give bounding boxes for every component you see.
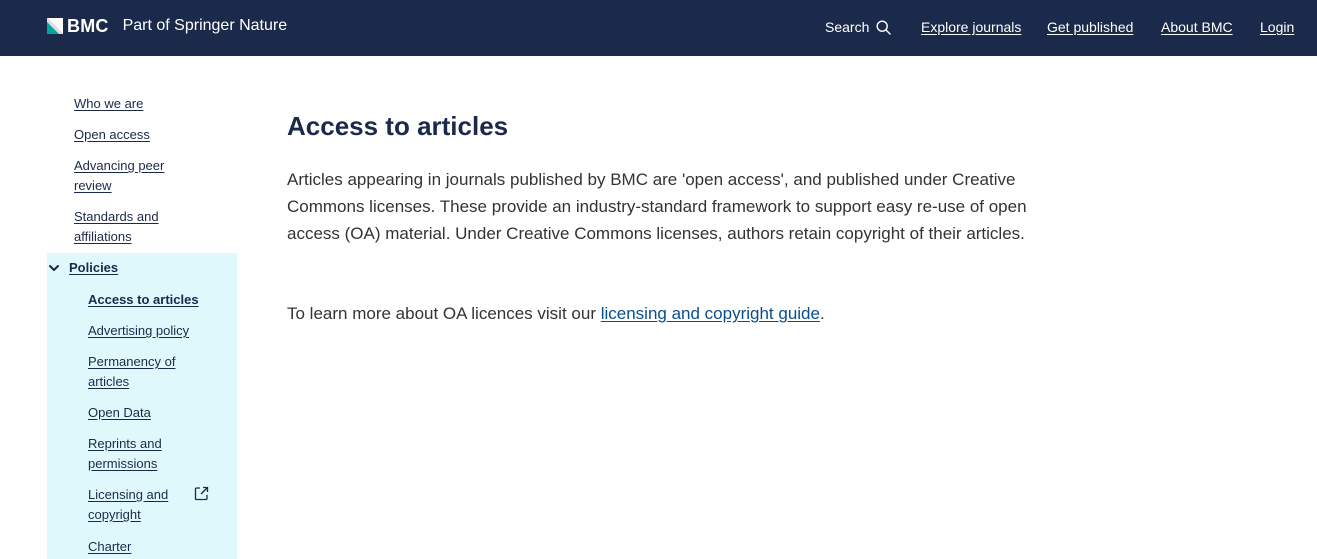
sidebar-item-permanency-of-articles[interactable]: Permanency of articles (88, 352, 186, 392)
sidebar-item-who-we-are[interactable]: Who we are (74, 94, 199, 114)
sidebar-item-licensing-and-copyright[interactable]: Licensing and copyright (88, 485, 178, 525)
search-icon (876, 19, 892, 35)
search-label: Search (825, 19, 870, 35)
nav-about-bmc[interactable]: About BMC (1161, 16, 1233, 38)
learn-more-text: To learn more about OA licences visit ou… (287, 304, 601, 323)
brand-tagline: Part of Springer Nature (122, 17, 288, 34)
sidebar-item-open-access[interactable]: Open access (74, 125, 199, 145)
site-header: BMC Part of Springer Nature Search Explo… (0, 0, 1317, 56)
licensing-guide-link[interactable]: licensing and copyright guide (601, 304, 820, 323)
chevron-down-icon (49, 265, 59, 271)
page-title: Access to articles (287, 111, 509, 141)
brand-name: BMC (67, 16, 109, 36)
learn-more-period: . (819, 304, 825, 323)
sidebar-item-policies[interactable]: Policies (48, 258, 118, 278)
intro-paragraph: Articles appearing in journals published… (287, 170, 1027, 243)
nav-get-published[interactable]: Get published (1047, 16, 1133, 38)
search-button[interactable]: Search (825, 16, 892, 38)
sidebar-item-reprints-and-permissions[interactable]: Reprints and permissions (88, 434, 173, 474)
sidebar-item-standards-and-affiliations[interactable]: Standards and affiliations (74, 207, 174, 247)
nav-explore-journals[interactable]: Explore journals (921, 16, 1021, 38)
nav-login[interactable]: Login (1260, 16, 1294, 38)
sidebar-item-advancing-peer-review[interactable]: Advancing peer review (74, 156, 192, 196)
learn-more-paragraph: To learn more about OA licences visit ou… (287, 300, 1057, 327)
external-link-icon (194, 486, 209, 501)
sidebar-item-access-to-articles[interactable]: Access to articles (88, 290, 213, 310)
brand[interactable]: BMC Part of Springer Nature (47, 16, 287, 36)
sidebar-item-label: Policies (69, 260, 119, 275)
sidebar-item-charter[interactable]: Charter (88, 537, 188, 557)
sidebar-item-open-data[interactable]: Open Data (88, 403, 188, 423)
bmc-logo-icon (47, 18, 63, 34)
sidebar-item-advertising-policy[interactable]: Advertising policy (88, 321, 213, 341)
